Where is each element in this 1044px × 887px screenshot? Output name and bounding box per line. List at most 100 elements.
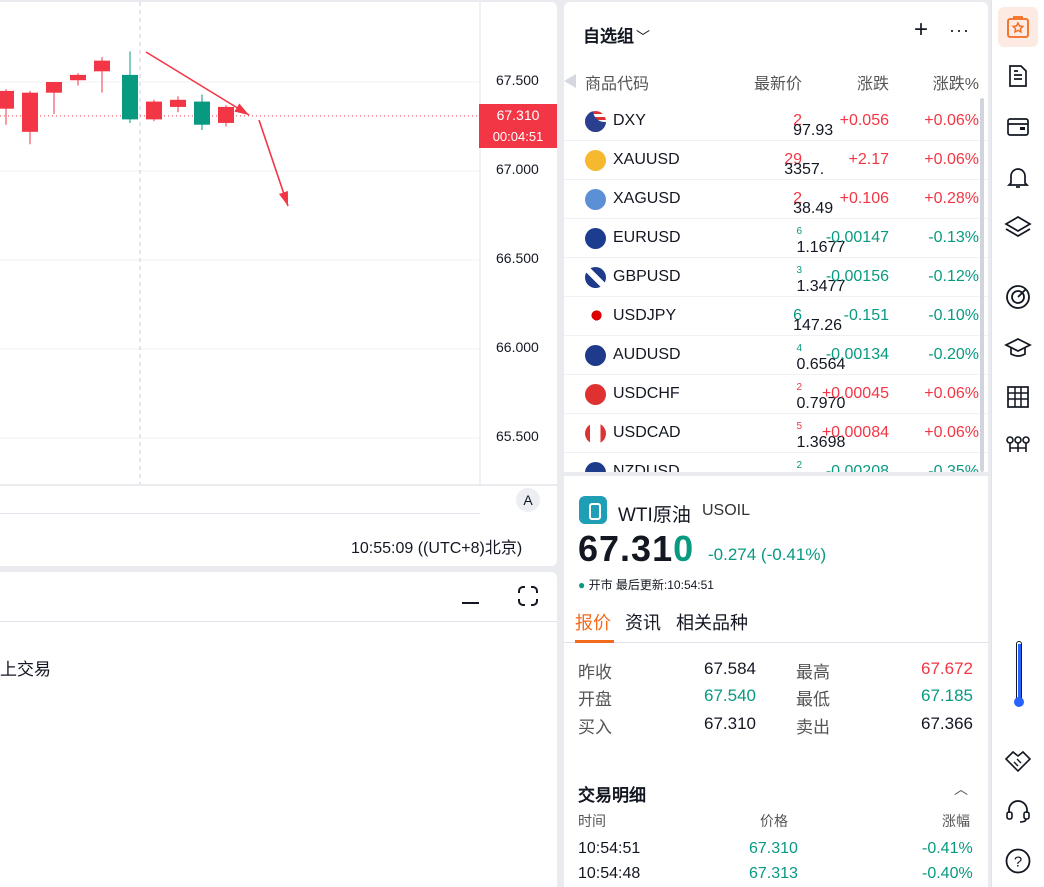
col-change-pct[interactable]: 涨跌%	[933, 70, 979, 94]
row-change-pct: +0.28%	[924, 190, 979, 207]
watchlist-row[interactable]: DXY 97.93 2 +0.056 +0.06%	[564, 102, 988, 141]
row-change-pct: -0.12%	[928, 268, 979, 285]
watchlist-scrollbar[interactable]	[980, 98, 984, 472]
col-symbol[interactable]: 商品代码	[585, 70, 649, 94]
row-symbol: DXY	[613, 112, 646, 129]
row-symbol: AUDUSD	[613, 346, 681, 363]
col-change[interactable]: 涨跌	[857, 70, 889, 94]
tab-quote[interactable]: 报价	[575, 609, 611, 635]
help-icon[interactable]: ?	[998, 841, 1038, 881]
chevron-up-icon[interactable]: ︿	[954, 779, 968, 799]
row-last: 0.59872	[796, 460, 802, 472]
clock-timezone[interactable]: 10:55:09 ((UTC+8)北京)	[351, 534, 522, 558]
support-headset-icon[interactable]	[998, 791, 1038, 831]
table-grid-icon[interactable]	[998, 377, 1038, 417]
watchlist-star-icon[interactable]	[998, 7, 1038, 47]
price-axis-label: 67.500	[496, 72, 539, 88]
watchlist-group-selector[interactable]: 自选组 ﹀	[583, 22, 650, 47]
row-symbol: GBPUSD	[613, 268, 681, 285]
watchlist-row[interactable]: USDCAD 1.3698 5 +0.00084 +0.06%	[564, 414, 988, 453]
thermometer-icon[interactable]	[1014, 641, 1024, 711]
collapse-arrow-icon[interactable]	[564, 74, 576, 88]
row-symbol: USDCHF	[613, 385, 680, 402]
row-last-main: 97.93	[793, 122, 834, 139]
minimize-icon[interactable]	[462, 602, 479, 604]
maximize-icon[interactable]	[518, 586, 538, 606]
candle-body	[218, 106, 234, 123]
candle-body	[22, 92, 38, 132]
watchlist-row[interactable]: NZDUSD 0.59872 -0.00208 -0.35%	[564, 453, 988, 472]
time-axis	[0, 486, 480, 514]
detail-change: -0.274 (-0.41%)	[708, 545, 827, 564]
trade-pct: -0.40%	[922, 865, 973, 882]
bid-label: 买入	[578, 718, 612, 737]
watchlist-row[interactable]: USDJPY 147.26 6 -0.151 -0.10%	[564, 297, 988, 336]
network-icon[interactable]	[998, 426, 1038, 466]
row-change: +0.106	[839, 190, 889, 207]
row-last-main: 147.26	[793, 317, 843, 334]
candlestick-chart[interactable]	[0, 2, 557, 484]
row-last-main: 3357.	[784, 161, 825, 178]
tab-news[interactable]: 资讯	[625, 609, 661, 635]
detail-name: WTI原油	[618, 505, 691, 526]
alert-bell-icon[interactable]	[998, 157, 1038, 197]
row-change: +0.00084	[821, 424, 889, 441]
row-change-pct: +0.06%	[924, 385, 979, 402]
layers-icon[interactable]	[998, 207, 1038, 247]
row-last: 38.49 2	[793, 190, 833, 217]
trades-col-price: 价格	[760, 813, 788, 829]
flag-icon	[585, 384, 606, 405]
svg-text:?: ?	[1014, 854, 1022, 871]
row-last-tail: 2	[796, 382, 802, 393]
detail-symbol: USOIL	[702, 502, 751, 519]
watchlist-header: 自选组 ﹀ + ···	[564, 2, 988, 60]
oil-icon	[579, 496, 607, 524]
row-change: -0.00134	[825, 346, 889, 363]
trades-col-pct: 涨幅	[942, 813, 970, 829]
col-last[interactable]: 最新价	[754, 70, 802, 94]
flag-icon	[585, 150, 606, 171]
ask-label: 卖出	[796, 718, 830, 737]
row-change-pct: +0.06%	[924, 112, 979, 129]
target-icon[interactable]	[998, 277, 1038, 317]
row-last-tail: 4	[796, 343, 802, 354]
price-axis-label: 66.500	[496, 250, 539, 266]
row-change-pct: +0.06%	[924, 424, 979, 441]
row-symbol: EURUSD	[613, 229, 681, 246]
add-symbol-icon[interactable]: +	[914, 16, 928, 44]
watchlist-row[interactable]: XAUUSD 3357. 29 +2.17 +0.06%	[564, 141, 988, 180]
detail-price-tail: 0	[673, 528, 695, 569]
ask-value: 67.366	[921, 714, 973, 733]
detail-price: 67.310	[578, 528, 694, 570]
watchlist-row[interactable]: GBPUSD 1.3477 3 -0.00156 -0.12%	[564, 258, 988, 297]
auto-scale-button[interactable]: A	[516, 488, 540, 512]
row-symbol: USDJPY	[613, 307, 677, 324]
trade-time: 10:54:51	[578, 840, 641, 857]
watchlist-row[interactable]: USDCHF 0.7970 2 +0.00045 +0.06%	[564, 375, 988, 414]
watchlist-row[interactable]: EURUSD 1.1677 6 -0.00147 -0.13%	[564, 219, 988, 258]
education-cap-icon[interactable]	[998, 328, 1038, 368]
row-change: +2.17	[848, 151, 889, 168]
open-label: 开盘	[578, 690, 612, 709]
arrow-head	[234, 103, 249, 115]
watchlist-row[interactable]: AUDUSD 0.6564 4 -0.00134 -0.20%	[564, 336, 988, 375]
row-change-pct: -0.35%	[928, 463, 979, 472]
row-last-main: 38.49	[793, 200, 834, 217]
news-document-icon[interactable]	[998, 56, 1038, 96]
trades-title: 交易明细	[578, 786, 646, 805]
watchlist-panel: 自选组 ﹀ + ··· 商品代码 最新价 涨跌 涨跌% DXY 97.93 2 +0.0…	[564, 2, 988, 472]
handshake-icon[interactable]	[998, 741, 1038, 781]
flag-icon	[585, 228, 606, 249]
candle-body	[194, 101, 210, 125]
trade-price: 67.310	[749, 840, 798, 857]
more-icon[interactable]: ···	[949, 20, 970, 41]
flag-icon	[585, 462, 606, 472]
chart-panel[interactable]: 67.500 67.000 66.500 66.000 65.500 67.31…	[0, 2, 557, 484]
tab-related[interactable]: 相关品种	[676, 609, 748, 635]
row-change: -0.00208	[825, 463, 889, 472]
row-last-tail: 5	[796, 421, 802, 432]
bottom-panel-header	[0, 572, 557, 622]
watchlist-row[interactable]: XAGUSD 38.49 2 +0.106 +0.28%	[564, 180, 988, 219]
low-label: 最低	[796, 690, 830, 709]
calendar-wallet-icon[interactable]	[998, 107, 1038, 147]
